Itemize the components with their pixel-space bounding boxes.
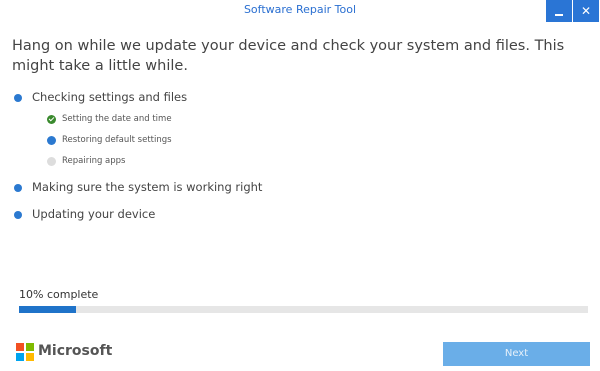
step-label: Making sure the system is working right [32,180,263,194]
progress-bar [19,306,588,313]
logo-square-blue [16,353,24,361]
microsoft-brand-text: Microsoft [38,343,113,359]
in-progress-dot-icon [47,136,56,145]
title-bar: Software Repair Tool ✕ [0,0,600,22]
minimize-button[interactable] [546,0,572,22]
progress-label: 10% complete [19,288,99,301]
step-label: Checking settings and files [32,90,188,104]
step-bullet-icon [14,211,22,219]
substep-label: Restoring default settings [62,135,172,145]
window-title: Software Repair Tool [243,3,357,16]
logo-square-yellow [26,353,34,361]
progress-bar-fill [19,306,76,313]
logo-square-red [16,343,24,351]
substep-label: Repairing apps [62,156,126,166]
check-icon [47,115,56,124]
step-label: Updating your device [32,207,156,221]
microsoft-logo-icon [16,343,34,361]
next-button[interactable]: Next [443,342,590,366]
substep-label: Setting the date and time [62,114,172,124]
pending-dot-icon [47,157,56,166]
step-bullet-icon [14,184,22,192]
minimize-icon [555,14,563,16]
close-icon: ✕ [580,4,592,18]
close-button[interactable]: ✕ [573,0,599,22]
step-bullet-icon [14,94,22,102]
logo-square-green [26,343,34,351]
page-heading: Hang on while we update your device and … [12,38,565,74]
